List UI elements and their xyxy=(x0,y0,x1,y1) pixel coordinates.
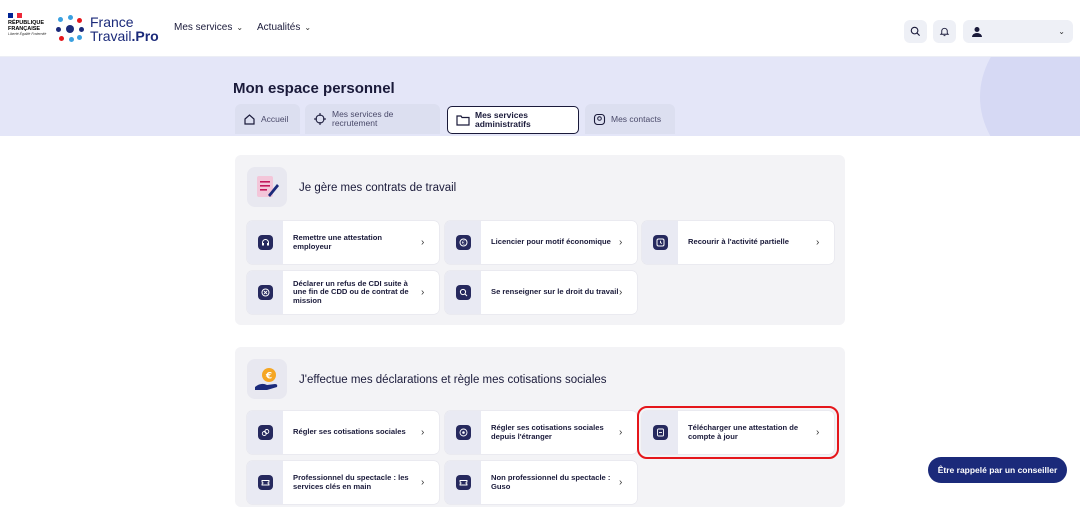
chevron-right-icon: › xyxy=(816,427,820,438)
chevron-down-icon: ⌄ xyxy=(236,23,244,32)
euro-icon: € xyxy=(455,235,471,250)
gov-logo-text: RÉPUBLIQUE FRANÇAISE xyxy=(8,20,45,32)
document-download-icon xyxy=(652,425,668,440)
card-attestation-compte-a-jour[interactable]: Télécharger une attestation de compte à … xyxy=(637,406,839,459)
chevron-right-icon: › xyxy=(421,427,425,438)
user-menu-button[interactable]: ⌄ xyxy=(963,20,1073,43)
card-declarer-refus-cdi[interactable]: Déclarer un refus de CDI suite à une fin… xyxy=(247,271,439,314)
callback-button[interactable]: Être rappelé par un conseiller xyxy=(928,457,1067,483)
svg-text:€: € xyxy=(461,240,464,246)
folder-icon xyxy=(456,115,470,126)
tab-accueil[interactable]: Accueil xyxy=(235,104,300,134)
chevron-right-icon: › xyxy=(421,237,425,248)
headset-icon xyxy=(257,235,273,250)
chevron-right-icon: › xyxy=(619,287,623,298)
chevron-down-icon: ⌄ xyxy=(1058,27,1065,36)
nav-actualites[interactable]: Actualités ⌄ xyxy=(257,22,311,33)
chevron-right-icon: › xyxy=(619,427,623,438)
notifications-button[interactable] xyxy=(933,20,956,43)
republique-francaise-logo[interactable]: RÉPUBLIQUE FRANÇAISE Liberté Égalité Fra… xyxy=(8,13,48,45)
chevron-down-icon: ⌄ xyxy=(304,23,312,32)
chevron-right-icon: › xyxy=(421,477,425,488)
contract-icon xyxy=(247,167,287,207)
tab-mes-contacts[interactable]: Mes contacts xyxy=(585,104,675,134)
card-activite-partielle[interactable]: Recourir à l'activité partielle › xyxy=(642,221,834,264)
globe-icon xyxy=(455,425,471,440)
ticket-icon xyxy=(455,475,471,490)
chevron-right-icon: › xyxy=(619,237,623,248)
search-icon xyxy=(910,26,921,37)
target-icon xyxy=(314,113,326,125)
banner-decoration xyxy=(980,57,1080,136)
coins-icon xyxy=(257,425,273,440)
page-title: Mon espace personnel xyxy=(233,80,395,97)
svg-text:€: € xyxy=(265,372,272,382)
search-icon xyxy=(455,285,471,300)
money-hand-icon: € xyxy=(247,359,287,399)
section-title: Je gère mes contrats de travail xyxy=(299,182,457,194)
gov-motto: Liberté Égalité Fraternité xyxy=(8,32,47,36)
ticket-icon xyxy=(257,475,273,490)
card-regler-cotisations-etranger[interactable]: Régler ses cotisations sociales depuis l… xyxy=(445,411,637,454)
flag-icon xyxy=(8,13,23,18)
search-button[interactable] xyxy=(904,20,927,43)
user-icon xyxy=(972,26,982,37)
tab-mes-services-administratifs[interactable]: Mes services administratifs xyxy=(447,106,579,134)
section-title: J'effectue mes déclarations et règle mes… xyxy=(299,374,607,386)
chevron-right-icon: › xyxy=(619,477,623,488)
bell-icon xyxy=(939,27,950,37)
france-travail-pro-logo[interactable]: France Travail.Pro xyxy=(54,14,159,44)
card-professionnel-spectacle[interactable]: Professionnel du spectacle : les service… xyxy=(247,461,439,504)
top-header: RÉPUBLIQUE FRANÇAISE Liberté Égalité Fra… xyxy=(0,0,1080,57)
close-box-icon xyxy=(257,285,273,300)
contact-icon xyxy=(593,113,606,125)
card-remettre-attestation[interactable]: Remettre une attestation employeur › xyxy=(247,221,439,264)
france-travail-dots-icon xyxy=(54,14,86,44)
card-regler-cotisations[interactable]: Régler ses cotisations sociales › xyxy=(247,411,439,454)
chevron-right-icon: › xyxy=(421,287,425,298)
clock-icon xyxy=(652,235,668,250)
tab-mes-services-recrutement[interactable]: Mes services de recrutement xyxy=(305,104,440,134)
nav-mes-services[interactable]: Mes services ⌄ xyxy=(174,22,243,33)
brand-name: France Travail.Pro xyxy=(90,14,159,44)
chevron-right-icon: › xyxy=(816,237,820,248)
card-droit-du-travail[interactable]: Se renseigner sur le droit du travail › xyxy=(445,271,637,314)
card-licencier-motif-economique[interactable]: € Licencier pour motif économique › xyxy=(445,221,637,264)
home-icon xyxy=(244,114,255,125)
card-non-professionnel-spectacle[interactable]: Non professionnel du spectacle : Guso › xyxy=(445,461,637,504)
